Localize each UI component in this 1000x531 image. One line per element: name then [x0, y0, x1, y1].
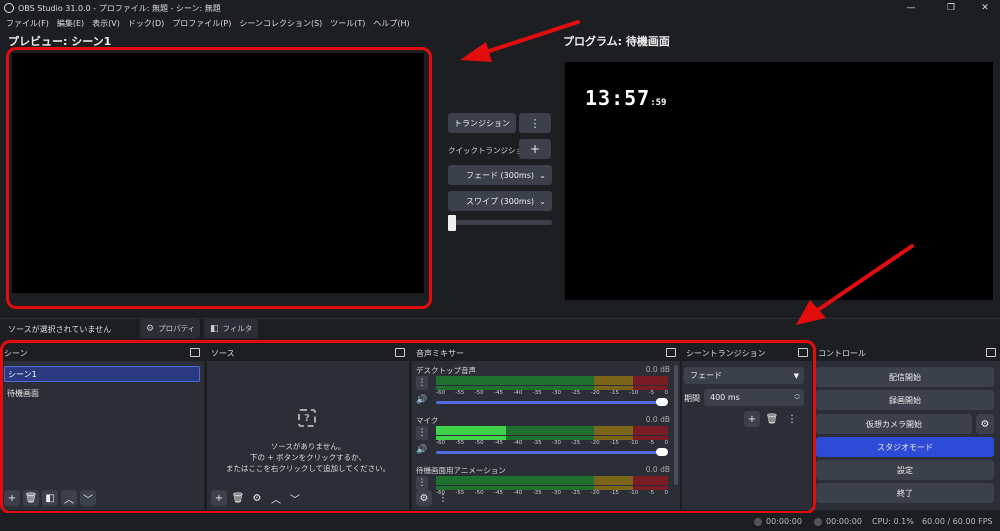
menu-edit[interactable]: 編集(E)	[57, 18, 84, 29]
menu-profile[interactable]: プロファイル(P)	[172, 18, 231, 29]
virtual-camera-settings-gear-icon[interactable]: ⚙	[976, 414, 994, 434]
program-label: プログラム: 待機画面	[563, 35, 670, 48]
chevron-down-icon: ⌄	[539, 196, 546, 206]
filter-icon: ◧	[210, 323, 219, 334]
cpu-usage: CPU: 0.1%	[872, 517, 914, 526]
swipe-option-label: スワイプ (300ms)	[465, 196, 534, 206]
start-recording-button[interactable]: 録画開始	[816, 390, 994, 410]
obs-logo-icon	[4, 3, 14, 13]
stream-time: 00:00:00	[766, 517, 802, 526]
transition-menu-button[interactable]: ⋮	[519, 113, 551, 133]
clock-seconds: :59	[650, 98, 667, 108]
properties-button[interactable]: ⚙ プロパティ	[140, 319, 200, 338]
controls-title: コントロール	[818, 349, 866, 358]
exit-button[interactable]: 終了	[816, 483, 994, 503]
menu-scene-collection[interactable]: シーンコレクション(S)	[239, 18, 322, 29]
filters-button[interactable]: ◧ フィルタ	[204, 319, 258, 338]
minimize-button[interactable]: —	[896, 0, 926, 16]
studio-mode-button[interactable]: スタジオモード	[816, 437, 994, 457]
quick-transition-swipe[interactable]: スワイプ (300ms) ⌄	[448, 191, 552, 211]
title-bar: OBS Studio 31.0.0 - プロファイル: 無題 - シーン: 無題	[0, 0, 1000, 16]
controls-dock-header: コントロール	[814, 346, 1000, 361]
menu-docks[interactable]: ドック(D)	[128, 18, 164, 29]
record-time: 00:00:00	[826, 517, 862, 526]
fade-option-label: フェード (300ms)	[465, 170, 534, 180]
quick-transition-fade[interactable]: フェード (300ms) ⌄	[448, 165, 552, 185]
menu-file[interactable]: ファイル(F)	[6, 18, 49, 29]
t-bar-handle[interactable]	[448, 215, 456, 231]
filters-label: フィルタ	[222, 324, 253, 333]
fps-readout: 60.00 / 60.00 FPS	[922, 517, 993, 526]
menu-help[interactable]: ヘルプ(H)	[373, 18, 409, 29]
no-source-selected-label: ソースが選択されていません	[8, 325, 112, 334]
menu-bar: ファイル(F) 編集(E) 表示(V) ドック(D) プロファイル(P) シーン…	[0, 16, 1000, 30]
record-status-icon	[814, 518, 822, 526]
t-bar-track[interactable]	[452, 220, 552, 225]
annotation-highlight-docks	[0, 340, 816, 514]
transition-button[interactable]: トランジション	[448, 113, 516, 133]
menu-tools[interactable]: ツール(T)	[330, 18, 365, 29]
maximize-button[interactable]: ❐	[936, 0, 966, 16]
clock-main: 13:57	[585, 86, 651, 110]
annotation-highlight-preview	[6, 47, 432, 309]
gear-icon: ⚙	[146, 323, 155, 334]
close-button[interactable]: ✕	[970, 0, 1000, 16]
properties-label: プロパティ	[158, 324, 196, 333]
window-title: OBS Studio 31.0.0 - プロファイル: 無題 - シーン: 無題	[18, 3, 221, 13]
undock-icon[interactable]	[986, 348, 996, 357]
start-streaming-button[interactable]: 配信開始	[816, 367, 994, 387]
status-bar: 00:00:00 00:00:00 CPU: 0.1% 60.00 / 60.0…	[0, 513, 1000, 531]
stream-status-icon	[754, 518, 762, 526]
program-clock: 13:57:59	[585, 86, 666, 110]
settings-button[interactable]: 設定	[816, 460, 994, 480]
start-virtual-camera-button[interactable]: 仮想カメラ開始	[816, 414, 972, 434]
program-canvas: 13:57:59	[565, 62, 993, 300]
menu-view[interactable]: 表示(V)	[92, 18, 120, 29]
chevron-down-icon: ⌄	[539, 170, 546, 180]
add-quick-transition-button[interactable]: +	[519, 139, 551, 159]
